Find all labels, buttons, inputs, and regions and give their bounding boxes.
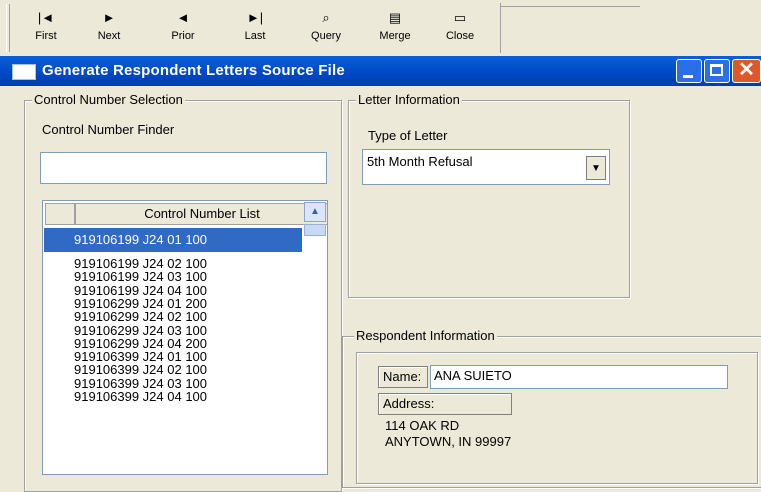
maximize-button[interactable] [704, 59, 730, 83]
toolbar-divider [500, 6, 640, 7]
list-item[interactable]: 919106399 J24 02 100 [74, 363, 207, 376]
window-title: Generate Respondent Letters Source File [42, 62, 345, 79]
next-record-icon: ► [102, 10, 116, 25]
type-of-letter-select[interactable]: 5th Month Refusal ▼ [362, 149, 610, 185]
last-record-icon: ►| [246, 10, 264, 25]
toolbar-grip [6, 4, 10, 52]
scroll-up-button[interactable]: ▲ [304, 202, 326, 222]
chevron-up-icon: ▲ [310, 206, 320, 217]
query-icon: ⌕ [322, 10, 330, 25]
list-item-selected[interactable]: 919106199 J24 01 100 [44, 228, 302, 252]
letter-information-group-label: Letter Information [356, 92, 462, 107]
list-item[interactable]: 919106299 J24 01 200 [74, 297, 207, 310]
list-item[interactable]: 919106299 J24 04 200 [74, 337, 207, 350]
name-label-button[interactable]: Name: [378, 366, 428, 388]
address-line-1: 114 OAK RD [385, 418, 460, 433]
query-button[interactable]: ⌕ Query [298, 8, 354, 50]
list-header-selector[interactable] [45, 203, 75, 225]
first-record-icon: |◄ [37, 10, 55, 25]
merge-button[interactable]: ▤ Merge [367, 8, 423, 50]
list-item[interactable]: 919106199 J24 02 100 [74, 257, 207, 270]
minimize-icon [683, 75, 693, 78]
folder-icon: ▭ [453, 10, 467, 25]
first-button[interactable]: |◄ First [18, 8, 74, 50]
window-app-icon [12, 64, 36, 80]
close-button[interactable]: ✕ [732, 59, 761, 83]
type-of-letter-value: 5th Month Refusal [367, 154, 473, 169]
next-button[interactable]: ► Next [81, 8, 137, 50]
address-label-button[interactable]: Address: [378, 393, 512, 415]
list-item[interactable]: 919106199 J24 04 100 [74, 284, 207, 297]
address-line-2: ANYTOWN, IN 99997 [385, 434, 512, 449]
record-toolbar: |◄ First ► Next ◄ Prior ►| Last ⌕ Query … [0, 0, 761, 56]
maximize-icon [710, 64, 723, 76]
close-icon: ✕ [738, 59, 755, 81]
scrollbar-thumb[interactable] [304, 224, 326, 236]
last-button[interactable]: ►| Last [227, 8, 283, 50]
type-of-letter-label: Type of Letter [368, 128, 448, 143]
close-toolbar-button[interactable]: ▭ Close [432, 8, 488, 50]
respondent-information-group-label: Respondent Information [354, 328, 497, 343]
list-item[interactable]: 919106399 J24 01 100 [74, 350, 207, 363]
list-item[interactable]: 919106299 J24 02 100 [74, 310, 207, 323]
list-item[interactable]: 919106399 J24 04 100 [74, 390, 207, 403]
control-number-list-header[interactable]: Control Number List [75, 203, 327, 225]
list-item[interactable]: 919106399 J24 03 100 [74, 377, 207, 390]
merge-icon: ▤ [388, 10, 402, 25]
list-item[interactable]: 919106299 J24 03 100 [74, 324, 207, 337]
control-number-finder-label: Control Number Finder [42, 122, 175, 137]
prior-button[interactable]: ◄ Prior [155, 8, 211, 50]
minimize-button[interactable] [676, 59, 702, 83]
control-number-group-label: Control Number Selection [32, 92, 185, 107]
window-titlebar[interactable]: Generate Respondent Letters Source File [0, 56, 761, 86]
prior-record-icon: ◄ [176, 10, 190, 25]
dropdown-arrow-icon[interactable]: ▼ [586, 156, 606, 180]
control-number-finder-input[interactable] [40, 152, 327, 184]
list-item[interactable]: 919106199 J24 03 100 [74, 270, 207, 283]
respondent-name-field[interactable]: ANA SUIETO [430, 365, 728, 389]
